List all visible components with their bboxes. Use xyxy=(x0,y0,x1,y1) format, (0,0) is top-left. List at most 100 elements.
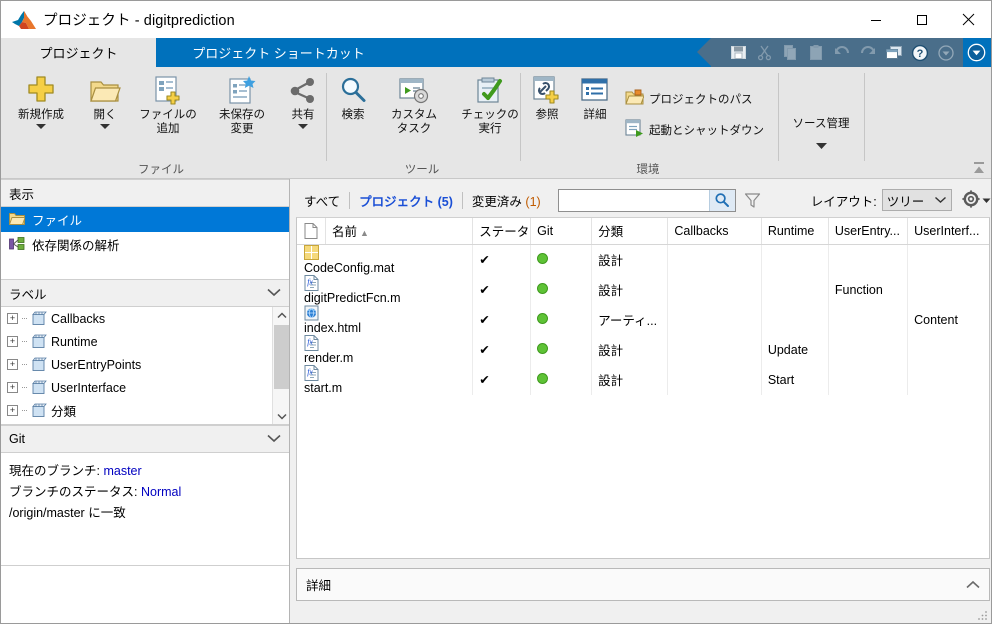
filter-tab-project[interactable]: プロジェクト (5) xyxy=(350,191,462,210)
table-row[interactable]: fx digitPredictFcn.m ✔ 設計 Function xyxy=(297,274,989,305)
save-icon[interactable] xyxy=(725,40,751,65)
ribbon-button-source-control[interactable]: ソース管理 xyxy=(779,117,863,150)
search-input[interactable] xyxy=(558,189,709,211)
ribbon-button-startup-shutdown[interactable]: 起動とシャットダウン xyxy=(625,119,764,140)
caret-down-icon[interactable] xyxy=(99,122,111,130)
minimize-button[interactable] xyxy=(853,1,899,38)
tree-item-userinterface[interactable]: + UserInterface xyxy=(1,376,289,399)
column-header-status[interactable]: ステータ... xyxy=(472,218,532,245)
filter-tab-modified-count: (1) xyxy=(525,194,541,209)
caret-down-icon[interactable] xyxy=(815,141,828,150)
tab-project-shortcuts[interactable]: プロジェクト ショートカット xyxy=(156,38,401,67)
file-name-cell[interactable]: index.html xyxy=(297,304,474,335)
files-main-panel: すべて プロジェクト (5) 変更済み (1) レイアウト: ツリー 名前 ▲ … xyxy=(291,179,991,623)
expand-icon[interactable]: + xyxy=(7,359,18,370)
column-header-category[interactable]: 分類 xyxy=(591,218,669,245)
labels-panel-header[interactable]: ラベル xyxy=(1,279,289,307)
layout-window-icon[interactable] xyxy=(881,40,907,65)
layout-select[interactable]: ツリー xyxy=(881,189,952,211)
window-title: プロジェクト - digitprediction xyxy=(43,13,235,29)
help-icon[interactable]: ? xyxy=(907,40,933,65)
column-header-git[interactable]: Git xyxy=(530,218,593,245)
caret-down-icon[interactable] xyxy=(982,193,991,207)
collapse-ribbon-icon[interactable] xyxy=(971,160,987,176)
file-name-cell[interactable]: CodeConfig.mat xyxy=(297,244,474,275)
search-box[interactable] xyxy=(557,188,736,212)
caret-down-icon[interactable] xyxy=(297,122,309,130)
table-row[interactable]: CodeConfig.mat ✔ 設計 xyxy=(297,244,989,275)
undo-icon[interactable] xyxy=(829,40,855,65)
chevron-down-icon[interactable] xyxy=(934,193,947,207)
sidebar-item-dependency-analysis[interactable]: 依存関係の解析 xyxy=(1,232,289,257)
gear-icon[interactable] xyxy=(962,189,980,211)
close-button[interactable] xyxy=(945,1,991,38)
table-row[interactable]: fx start.m ✔ 設計 Start xyxy=(297,364,989,395)
ribbon-button-share[interactable]: 共有 xyxy=(281,71,325,130)
column-header-icon[interactable] xyxy=(297,218,326,245)
column-header-callbacks[interactable]: Callbacks xyxy=(667,218,762,245)
ribbon-button-custom-task[interactable]: カスタム タスク xyxy=(379,71,449,136)
column-header-userentry[interactable]: UserEntry... xyxy=(828,218,909,245)
expand-icon[interactable]: + xyxy=(7,336,18,347)
copy-icon[interactable] xyxy=(777,40,803,65)
file-status: ✔ xyxy=(472,274,532,305)
ribbon-button-search[interactable]: 検索 xyxy=(331,71,375,122)
tree-item-classification[interactable]: + 分類 xyxy=(1,399,289,422)
search-icon[interactable] xyxy=(708,189,735,211)
chevron-up-icon[interactable] xyxy=(966,578,980,592)
ribbon-button-details[interactable]: 詳細 xyxy=(573,71,617,122)
expand-icon[interactable]: + xyxy=(7,382,18,393)
quick-access-toolbar: ? xyxy=(697,38,963,67)
ribbon-button-reference[interactable]: 参照 xyxy=(525,71,569,122)
details-panel-header[interactable]: 詳細 xyxy=(296,568,990,601)
file-callbacks xyxy=(667,364,762,395)
filter-tab-modified[interactable]: 変更済み (1) xyxy=(463,191,550,210)
scrollbar-thumb[interactable] xyxy=(274,325,289,389)
column-header-name[interactable]: 名前 ▲ xyxy=(325,218,474,245)
file-table-container[interactable]: 名前▲ ステータ... Git 分類 Callbacks Runtime Use… xyxy=(296,217,990,559)
ribbon-button-unsaved-changes[interactable]: 未保存の 変更 xyxy=(207,71,277,136)
scroll-up-icon[interactable] xyxy=(273,307,289,324)
redo-icon[interactable] xyxy=(855,40,881,65)
file-name-cell[interactable]: fx start.m xyxy=(297,364,474,395)
ribbon-group-source-control: ソース管理 xyxy=(779,67,863,179)
chevron-down-icon[interactable] xyxy=(267,432,281,446)
column-header-userinterface[interactable]: UserInterf... xyxy=(907,218,989,245)
funnel-filter-icon[interactable] xyxy=(739,189,767,212)
cut-icon[interactable] xyxy=(751,40,777,65)
tree-item-callbacks[interactable]: + Callbacks xyxy=(1,307,289,330)
table-row[interactable]: index.html ✔ アーティ... Content xyxy=(297,304,989,335)
filter-tab-all[interactable]: すべて xyxy=(295,191,349,210)
paste-icon[interactable] xyxy=(803,40,829,65)
column-header-runtime[interactable]: Runtime xyxy=(761,218,829,245)
tree-item-userentrypoints[interactable]: + UserEntryPoints xyxy=(1,353,289,376)
expand-icon[interactable]: + xyxy=(7,405,18,416)
more-dropdown-icon[interactable] xyxy=(933,40,959,65)
ribbon-group-environment: 参照 詳細 プロジェクトのパス 起動とシャットダウン 環境 xyxy=(521,67,775,179)
ribbon-button-project-path[interactable]: プロジェクトのパス xyxy=(625,89,753,109)
ribbon-button-open[interactable]: 開く xyxy=(81,71,129,130)
expand-icon[interactable]: + xyxy=(7,313,18,324)
sidebar-item-files[interactable]: ファイル xyxy=(1,207,289,232)
chevron-down-icon[interactable] xyxy=(267,286,281,300)
settings-button[interactable] xyxy=(962,189,991,211)
scroll-down-icon[interactable] xyxy=(273,408,289,424)
git-panel-header[interactable]: Git xyxy=(1,425,289,453)
file-name-cell[interactable]: fx render.m xyxy=(297,334,474,365)
labels-tree[interactable]: + Callbacks + Runtime + UserEntryPoints … xyxy=(1,307,289,425)
tree-item-runtime[interactable]: + Runtime xyxy=(1,330,289,353)
ribbon-button-run-checks[interactable]: チェックの 実行 xyxy=(453,71,527,136)
ribbon-button-add-file[interactable]: ファイルの 追加 xyxy=(133,71,203,136)
file-userentry xyxy=(828,334,909,365)
caret-down-icon[interactable] xyxy=(35,122,47,130)
ribbon-button-new[interactable]: 新規作成 xyxy=(7,71,75,130)
tree-item-runtime-label: Runtime xyxy=(51,334,98,349)
maximize-button[interactable] xyxy=(899,1,945,38)
expand-ribbon-button[interactable] xyxy=(963,38,989,67)
git-branch-status-row: ブランチのステータス: Normal xyxy=(9,482,281,503)
file-name-cell[interactable]: fx digitPredictFcn.m xyxy=(297,274,474,305)
table-row[interactable]: fx render.m ✔ 設計 Update xyxy=(297,334,989,365)
labels-tree-scrollbar[interactable] xyxy=(272,307,289,424)
tab-project[interactable]: プロジェクト xyxy=(1,38,156,67)
resize-grip[interactable] xyxy=(977,609,989,621)
